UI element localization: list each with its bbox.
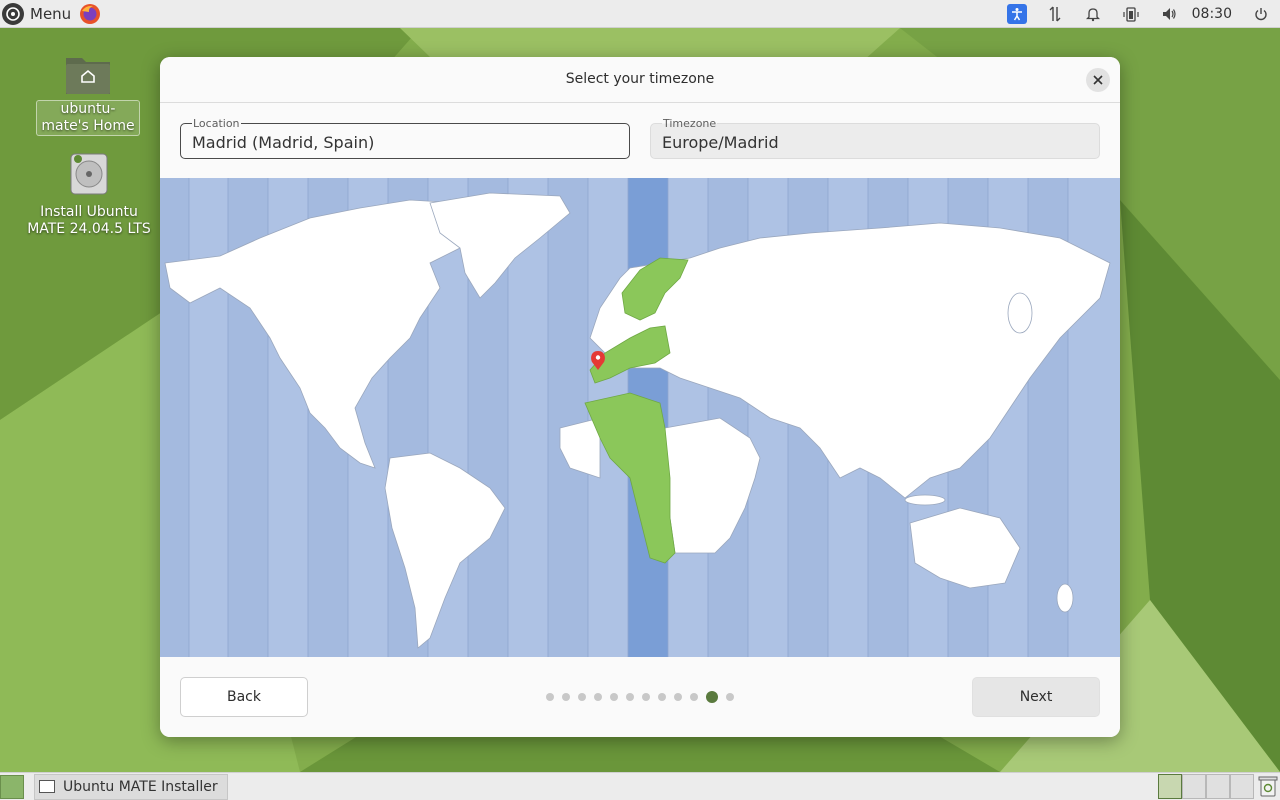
home-icon-label: ubuntu-mate's Home <box>36 100 140 136</box>
step-dot <box>674 693 682 701</box>
system-tray: 08:30 <box>998 0 1280 28</box>
desktop-icon-installer[interactable]: Install Ubuntu MATE 24.04.5 LTS <box>22 150 156 238</box>
dialog-footer: Back Next <box>160 657 1120 737</box>
step-dot <box>578 693 586 701</box>
timezone-map[interactable] <box>160 178 1120 657</box>
firefox-icon[interactable] <box>79 3 101 25</box>
volume-icon[interactable] <box>1150 0 1188 28</box>
step-dot <box>690 693 698 701</box>
dialog-header: Select your timezone <box>160 57 1120 103</box>
step-dot <box>546 693 554 701</box>
step-dot-active <box>706 691 718 703</box>
taskbar-window-button[interactable]: Ubuntu MATE Installer <box>34 773 228 800</box>
location-label: Location <box>192 117 241 130</box>
installer-icon-label: Install Ubuntu MATE 24.04.5 LTS <box>27 204 151 237</box>
timezone-value: Europe/Madrid <box>662 133 779 152</box>
step-dot <box>642 693 650 701</box>
window-icon <box>39 780 55 793</box>
workspace-3[interactable] <box>1206 774 1230 799</box>
notification-icon[interactable] <box>1074 0 1112 28</box>
location-value: Madrid (Madrid, Spain) <box>192 133 375 152</box>
step-dot <box>610 693 618 701</box>
timezone-field: Timezone Europe/Madrid <box>650 118 1100 159</box>
step-dot <box>726 693 734 701</box>
top-panel: Menu 08:30 <box>0 0 1280 28</box>
accessibility-icon[interactable] <box>1006 4 1027 24</box>
step-dot <box>594 693 602 701</box>
step-dot <box>626 693 634 701</box>
ubuntu-mate-logo-icon <box>2 2 24 25</box>
desktop-icon-home[interactable]: ubuntu-mate's Home <box>36 52 140 136</box>
location-field[interactable]: Location Madrid (Madrid, Spain) <box>180 118 630 159</box>
menu-label: Menu <box>30 4 72 23</box>
bottom-panel: Ubuntu MATE Installer <box>0 772 1280 800</box>
menu-button[interactable]: Menu <box>0 0 71 28</box>
network-icon[interactable] <box>1036 0 1074 28</box>
show-desktop-button[interactable] <box>0 774 24 799</box>
clock[interactable]: 08:30 <box>1188 6 1242 22</box>
disk-installer-icon <box>70 153 108 195</box>
workspace-switcher <box>1158 774 1254 799</box>
close-button[interactable] <box>1086 68 1110 92</box>
back-button[interactable]: Back <box>180 677 308 717</box>
workspace-4[interactable] <box>1230 774 1254 799</box>
power-icon[interactable] <box>1242 0 1280 28</box>
close-icon <box>1093 75 1103 85</box>
dialog-title: Select your timezone <box>565 71 715 87</box>
step-dot <box>562 693 570 701</box>
next-button[interactable]: Next <box>972 677 1100 717</box>
step-dot <box>658 693 666 701</box>
installer-dialog: Select your timezone Location Madrid (Ma… <box>160 57 1120 737</box>
home-folder-icon <box>66 58 110 94</box>
timezone-fields: Location Madrid (Madrid, Spain) Timezone… <box>180 118 1100 159</box>
taskbar-window-label: Ubuntu MATE Installer <box>63 778 218 795</box>
battery-icon[interactable] <box>1112 0 1150 28</box>
workspace-1[interactable] <box>1158 774 1182 799</box>
step-indicator <box>546 691 742 703</box>
timezone-label: Timezone <box>662 117 718 130</box>
trash-icon[interactable] <box>1258 775 1278 797</box>
workspace-2[interactable] <box>1182 774 1206 799</box>
